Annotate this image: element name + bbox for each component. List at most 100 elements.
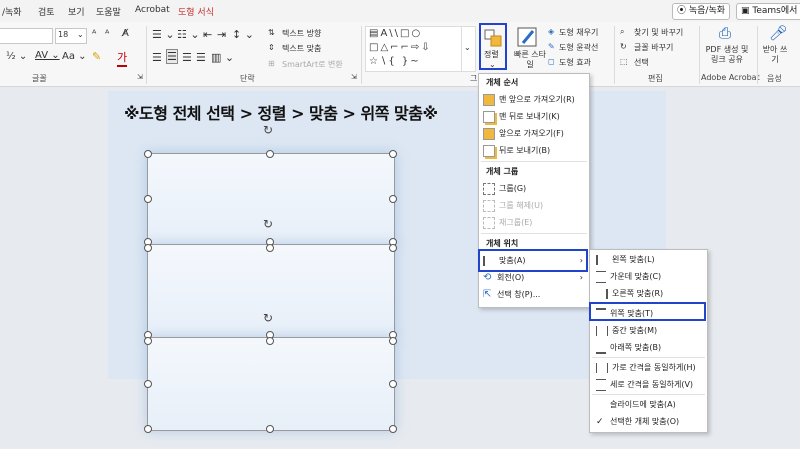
group-item[interactable]: 그룹(G) xyxy=(483,181,526,196)
rotate-handle-icon[interactable]: ↻ xyxy=(263,312,273,324)
tab-recording[interactable]: /녹화 xyxy=(2,5,22,18)
teams-button[interactable]: ▣ Teams에서 xyxy=(736,3,800,20)
shape-fill-button[interactable]: 도형 채우기 xyxy=(559,27,598,38)
rectangle-shape-1[interactable] xyxy=(147,153,395,245)
resize-handle[interactable] xyxy=(144,380,152,388)
shapes-row-1-icon[interactable]: ▤A\\□○ xyxy=(369,28,422,39)
highlight-icon[interactable]: ✎ xyxy=(92,50,101,63)
rectangle-shape-3[interactable] xyxy=(147,337,395,431)
text-align-icon: ⇕ xyxy=(268,43,275,52)
smartart-button: SmartArt로 변환 xyxy=(282,60,343,69)
resize-handle[interactable] xyxy=(144,425,152,433)
distribute-h-item[interactable]: 가로 간격을 동일하게(H) xyxy=(596,360,696,375)
resize-handle[interactable] xyxy=(266,244,274,252)
change-case-icon[interactable]: Aa ⌄ xyxy=(62,51,87,62)
decrease-indent-icon[interactable]: ⇤ xyxy=(203,28,212,41)
align-highlight xyxy=(478,249,588,272)
resize-handle[interactable] xyxy=(266,150,274,158)
align-selected-label: 선택한 개체 맞춤(O) xyxy=(610,417,680,426)
resize-handle[interactable] xyxy=(144,337,152,345)
align-left-text-icon[interactable]: ☰ xyxy=(152,51,162,64)
bullets-icon[interactable]: ☰ ⌄ xyxy=(152,28,175,41)
gallery-scroll[interactable]: ⌄ xyxy=(461,26,476,72)
tab-acrobat[interactable]: Acrobat xyxy=(135,5,170,15)
grow-font-icon[interactable]: ᴬ xyxy=(92,29,96,40)
shrink-font-icon[interactable]: ᴬ xyxy=(105,29,109,40)
order-header: 개체 순서 xyxy=(486,78,519,87)
pdf-share-button[interactable]: PDF 생성 및 링크 공유 xyxy=(702,45,752,65)
send-to-back-item[interactable]: 맨 뒤로 보내기(K) xyxy=(483,109,560,124)
bring-to-front-item[interactable]: 맨 앞으로 가져오기(R) xyxy=(483,92,575,107)
tab-view[interactable]: 보기 xyxy=(68,5,85,18)
resize-handle[interactable] xyxy=(144,195,152,203)
resize-handle[interactable] xyxy=(266,425,274,433)
columns-icon[interactable]: ▥ ⌄ xyxy=(211,51,234,64)
resize-handle[interactable] xyxy=(389,150,397,158)
line-spacing-icon[interactable]: ↕ ⌄ xyxy=(232,28,254,41)
shape-effects-button[interactable]: 도형 효과 xyxy=(559,57,591,68)
rotate-handle-icon[interactable]: ↻ xyxy=(263,218,273,230)
resize-handle[interactable] xyxy=(389,244,397,252)
align-right-icon xyxy=(596,288,608,299)
shapes-gallery[interactable]: ▤A\\□○ □△⌐⌐⇨⇩ ☆∖{ }~ xyxy=(365,26,463,72)
adobe-group-label: Adobe Acrobat xyxy=(701,73,760,82)
select-button[interactable]: 선택 xyxy=(634,57,649,68)
send-backward-item[interactable]: 뒤로 보내기(B) xyxy=(483,143,550,158)
resize-handle[interactable] xyxy=(144,150,152,158)
find-replace-button[interactable]: 찾기 및 바꾸기 xyxy=(634,27,683,38)
align-left-item[interactable]: 왼쪽 맞춤(L) xyxy=(596,252,655,267)
bring-to-front-icon xyxy=(483,93,495,106)
text-align-button[interactable]: 텍스트 맞춤 xyxy=(282,43,321,54)
outline-icon: ✎ xyxy=(548,42,555,51)
align-right-text-icon[interactable]: ☰ xyxy=(182,51,192,64)
align-selected-item[interactable]: ✓ 선택한 개체 맞춤(O) xyxy=(596,414,679,429)
shape-outline-button[interactable]: 도형 윤곽선 xyxy=(559,42,598,53)
drawing-group-label: 그 xyxy=(470,74,478,83)
resize-handle[interactable] xyxy=(144,244,152,252)
tab-help[interactable]: 도움말 xyxy=(96,5,121,18)
font-dialog-icon[interactable]: ⇲ xyxy=(137,73,143,81)
bring-forward-item[interactable]: 앞으로 가져오기(F) xyxy=(483,126,564,141)
justify-icon[interactable]: ☰ xyxy=(196,51,206,64)
spacing-icon[interactable]: ¹⁄₂ ⌄ xyxy=(6,51,27,62)
numbering-icon[interactable]: ☷ ⌄ xyxy=(177,28,200,41)
clear-format-icon[interactable]: A̸ xyxy=(122,28,129,39)
char-spacing-icon[interactable]: AV ⌄ xyxy=(35,50,60,61)
shapes-row-3-icon[interactable]: ☆∖{ }~ xyxy=(369,56,421,67)
edit-group-label: 편집 xyxy=(648,74,663,83)
resize-handle[interactable] xyxy=(389,425,397,433)
shapes-row-2-icon[interactable]: □△⌐⌐⇨⇩ xyxy=(369,42,432,53)
tab-shape-format[interactable]: 도형 서식 xyxy=(178,5,214,18)
dictate-button[interactable]: 받아 쓰기 xyxy=(762,45,788,65)
font-name-combo[interactable] xyxy=(0,28,53,44)
resize-handle[interactable] xyxy=(266,337,274,345)
distribute-horizontal-icon xyxy=(596,362,608,373)
align-middle-item[interactable]: 중간 맞춤(M) xyxy=(596,323,657,338)
pdf-icon: ⎙ xyxy=(719,24,732,42)
align-center-text-icon[interactable]: ☰ xyxy=(166,49,178,64)
font-color-icon[interactable]: 가 xyxy=(117,49,128,67)
align-bottom-item[interactable]: 아래쪽 맞춤(B) xyxy=(596,340,661,355)
font-size-combo[interactable]: 18 ⌄ xyxy=(55,28,87,44)
tab-review[interactable]: 검토 xyxy=(38,5,55,18)
align-center-item[interactable]: 가운데 맞춤(C) xyxy=(596,269,661,284)
resize-handle[interactable] xyxy=(389,380,397,388)
text-direction-button[interactable]: 텍스트 방향 xyxy=(282,28,321,39)
rotate-item[interactable]: ⟲ 회전(O) › xyxy=(483,270,585,285)
quick-styles-button[interactable]: 빠른 스타일 xyxy=(512,26,546,74)
resize-handle[interactable] xyxy=(389,195,397,203)
align-right-item[interactable]: 오른쪽 맞춤(R) xyxy=(596,286,663,301)
slide-title[interactable]: ※도형 전체 선택 > 정렬 > 맞춤 > 위쪽 맞춤※ xyxy=(124,100,438,124)
selection-pane-item[interactable]: ⇱ 선택 창(P)... xyxy=(483,287,540,302)
record-button[interactable]: ⦿ 녹음/녹화 xyxy=(672,3,731,20)
align-bottom-label: 아래쪽 맞춤(B) xyxy=(610,343,662,352)
distribute-v-item[interactable]: 세로 간격을 동일하게(V) xyxy=(596,377,693,392)
group-label: 그룹(G) xyxy=(499,184,527,193)
paragraph-dialog-icon[interactable]: ⇲ xyxy=(351,73,357,81)
separator xyxy=(361,26,362,84)
increase-indent-icon[interactable]: ⇥ xyxy=(217,28,226,41)
rotate-handle-icon[interactable]: ↻ xyxy=(263,124,273,136)
resize-handle[interactable] xyxy=(389,337,397,345)
replace-font-button[interactable]: 글꼴 바꾸기 xyxy=(634,42,673,53)
align-to-slide-item[interactable]: 슬라이드에 맞춤(A) xyxy=(596,397,676,412)
